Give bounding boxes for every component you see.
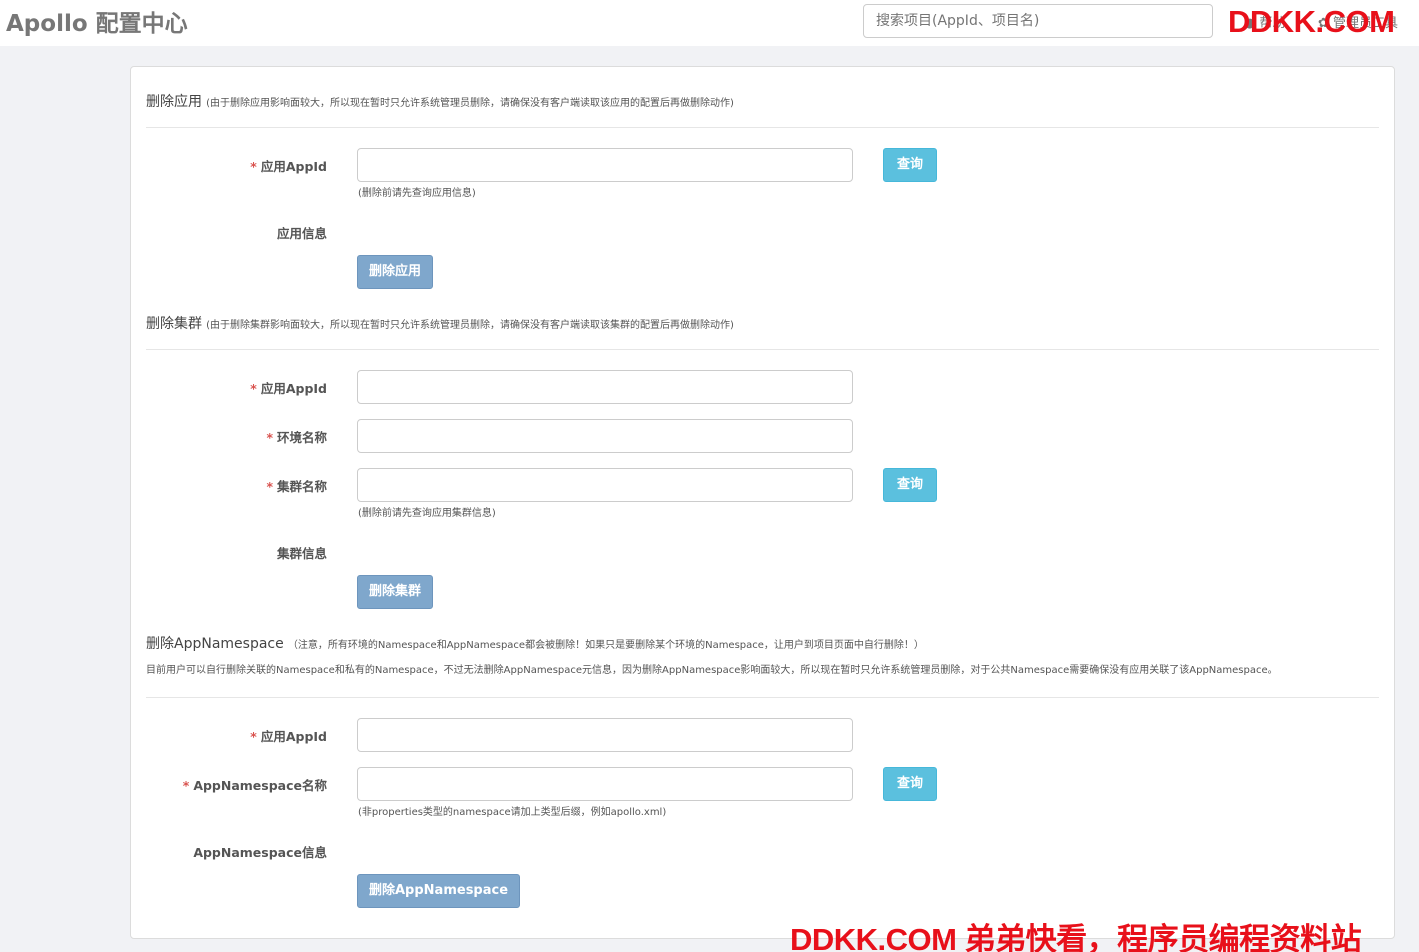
delete-namespace-note: （注意，所有环境的Namespace和AppNamespace都会被删除！如果只… — [287, 640, 924, 651]
watermark-logo: DDKK.COM — [1228, 4, 1395, 39]
delete-cluster-button[interactable]: 删除集群 — [357, 575, 434, 609]
delete-namespace-description: 目前用户可以自行删除关联的Namespace和私有的Namespace，不过无法… — [146, 665, 1278, 676]
ns-appid-input[interactable] — [357, 718, 853, 752]
delete-cluster-title: 删除集群 — [146, 316, 202, 332]
footer-watermark: DDKK.COM 弟弟快看，程序员编程资料站 — [790, 922, 1362, 952]
project-search-input[interactable] — [863, 4, 1213, 38]
cluster-name-input[interactable] — [357, 468, 853, 502]
ns-name-label: * AppNamespace名称 — [182, 778, 327, 793]
ns-appid-label: * 应用AppId — [250, 729, 327, 744]
env-name-input[interactable] — [357, 419, 853, 453]
query-namespace-button[interactable]: 查询 — [883, 767, 937, 801]
ns-name-hint: (非properties类型的namespace请加上类型后缀，例如apollo… — [358, 807, 667, 818]
delete-cluster-note: (由于删除集群影响面较大，所以现在暂时只允许系统管理员删除，请确保没有客户端读取… — [206, 320, 734, 331]
query-cluster-button[interactable]: 查询 — [883, 468, 937, 502]
delete-namespace-heading: 删除AppNamespace （注意，所有环境的Namespace和AppNam… — [146, 633, 924, 653]
delete-app-note: (由于删除应用影响面较大，所以现在暂时只允许系统管理员删除，请确保没有客户端读取… — [206, 98, 734, 109]
divider — [146, 349, 1379, 350]
cluster-name-label: * 集群名称 — [266, 479, 327, 494]
app-appid-label: * 应用AppId — [250, 159, 327, 174]
delete-cluster-heading: 删除集群 (由于删除集群影响面较大，所以现在暂时只允许系统管理员删除，请确保没有… — [146, 313, 734, 333]
brand-title[interactable]: Apollo 配置中心 — [6, 4, 188, 38]
cluster-appid-label: * 应用AppId — [250, 381, 327, 396]
ns-name-input[interactable] — [357, 767, 853, 801]
cluster-hint: (删除前请先查询应用集群信息) — [358, 508, 496, 519]
admin-tools-panel — [130, 66, 1395, 939]
delete-app-title: 删除应用 — [146, 94, 202, 110]
app-info-label: 应用信息 — [276, 226, 327, 241]
divider — [146, 127, 1379, 128]
divider — [146, 697, 1379, 698]
top-navbar: Apollo 配置中心 ● 帮助 ✿ 管理员工具 DDKK.COM — [0, 0, 1419, 46]
app-appid-input[interactable] — [357, 148, 853, 182]
cluster-appid-input[interactable] — [357, 370, 853, 404]
cluster-info-label: 集群信息 — [276, 546, 327, 561]
app-appid-hint: (删除前请先查询应用信息) — [358, 188, 476, 199]
delete-namespace-title: 删除AppNamespace — [146, 636, 284, 652]
delete-namespace-button[interactable]: 删除AppNamespace — [357, 874, 521, 908]
env-name-label: * 环境名称 — [266, 430, 327, 445]
ns-info-label: AppNamespace信息 — [193, 845, 327, 860]
delete-app-heading: 删除应用 (由于删除应用影响面较大，所以现在暂时只允许系统管理员删除，请确保没有… — [146, 91, 734, 111]
delete-app-button[interactable]: 删除应用 — [357, 255, 434, 289]
query-app-button[interactable]: 查询 — [883, 148, 937, 182]
